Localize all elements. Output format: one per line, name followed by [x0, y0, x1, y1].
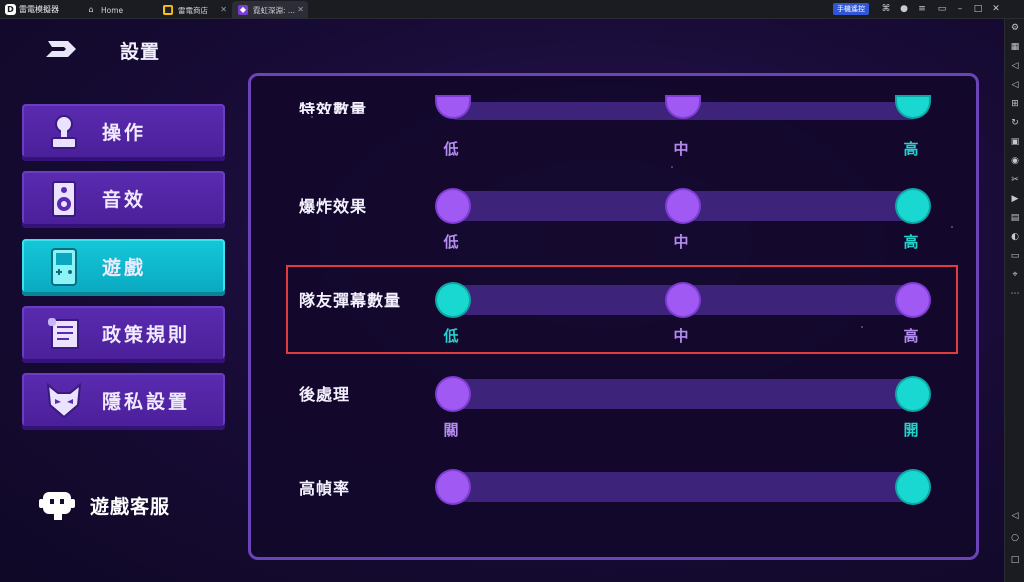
account-icon[interactable]: ●	[898, 2, 910, 16]
game-screen: 設置 操作 音效 遊戲 政策規則 隱私設置 遊戲客服 特效數量 低 中 高 爆炸…	[0, 19, 1004, 582]
volume-up-icon[interactable]: ◁	[1008, 59, 1022, 73]
record-icon[interactable]: ◉	[1008, 154, 1022, 168]
recent-apps-icon[interactable]: □	[1008, 553, 1022, 567]
setting-label: 爆炸效果	[299, 197, 368, 216]
close-tab-icon[interactable]: ✕	[220, 5, 227, 14]
location-icon[interactable]: ⌖	[1008, 268, 1022, 282]
keyboard-icon[interactable]: ▦	[1008, 40, 1022, 54]
home-icon: ⌂	[88, 5, 94, 14]
close-tab-icon[interactable]: ✕	[297, 5, 304, 14]
app-brand: D 雷電模擬器	[5, 3, 59, 16]
option-off[interactable]: 關	[439, 419, 463, 440]
maximize-icon[interactable]: □	[972, 2, 984, 16]
app-logo-icon: D	[5, 4, 16, 15]
high-framerate-knob-on[interactable]	[897, 471, 929, 503]
option-high[interactable]: 高	[899, 231, 923, 252]
joystick-icon	[51, 115, 77, 149]
cut-icon[interactable]: ✂	[1008, 173, 1022, 187]
option-on[interactable]: 開	[899, 419, 923, 440]
gamepad-icon[interactable]: ⌘	[880, 2, 892, 16]
menu-privacy-button[interactable]: 隱私設置	[22, 373, 225, 430]
menu-game-button[interactable]: 遊戲	[22, 239, 225, 296]
fullscreen-icon[interactable]: ⊞	[1008, 97, 1022, 111]
more-icon[interactable]: ⋯	[1008, 287, 1022, 301]
settings-icon[interactable]: ⚙	[1008, 21, 1022, 35]
chat-bot-icon	[39, 492, 75, 520]
option-high[interactable]: 高	[899, 138, 923, 159]
restore-icon[interactable]: ▭	[936, 2, 948, 16]
multi-window-icon[interactable]: ▤	[1008, 211, 1022, 225]
emulator-titlebar: D 雷電模擬器 ⌂ Home ■ 雷電商店 ✕ ◆ 霓虹深淵: ... ✕ 手機…	[0, 0, 1024, 19]
highlight-box	[286, 265, 958, 354]
scroll-icon	[48, 318, 79, 349]
gameboy-icon	[51, 248, 77, 286]
back-icon[interactable]	[44, 39, 80, 59]
mask-icon	[46, 382, 82, 419]
post-processing-toggle-track[interactable]	[453, 379, 914, 409]
rotate-icon[interactable]: ↻	[1008, 116, 1022, 130]
explosion-slider-knob-selected[interactable]	[897, 190, 929, 222]
app-name: 雷電模擬器	[19, 5, 59, 14]
store-icon: ■	[163, 5, 173, 15]
screenshot-icon[interactable]: ▣	[1008, 135, 1022, 149]
speaker-icon	[52, 181, 76, 217]
tab-home[interactable]: ⌂ Home	[80, 1, 156, 19]
folder-icon[interactable]: ▭	[1008, 249, 1022, 263]
close-window-icon[interactable]: ✕	[990, 2, 1002, 16]
tab-store[interactable]: ■ 雷電商店 ✕	[157, 1, 231, 19]
back-icon[interactable]: ◁	[1008, 509, 1022, 523]
menu-sound-button[interactable]: 音效	[22, 171, 225, 228]
setting-label: 特效數量	[299, 102, 368, 114]
post-processing-knob-on[interactable]	[897, 378, 929, 410]
option-mid[interactable]: 中	[669, 138, 693, 159]
page-title: 設置	[120, 41, 161, 63]
tab-game[interactable]: ◆ 霓虹深淵: ... ✕	[232, 1, 308, 19]
high-framerate-knob-off[interactable]	[437, 471, 469, 503]
post-processing-knob-off[interactable]	[437, 378, 469, 410]
video-icon[interactable]: ▶	[1008, 192, 1022, 206]
volume-down-icon[interactable]: ◁	[1008, 78, 1022, 92]
explosion-slider-knob[interactable]	[667, 190, 699, 222]
menu-operation-button[interactable]: 操作	[22, 104, 225, 161]
menu-policy-button[interactable]: 政策規則	[22, 306, 225, 363]
menu-icon[interactable]: ≡	[916, 2, 928, 16]
game-icon: ◆	[238, 5, 248, 15]
customer-service-button[interactable]: 遊戲客服	[38, 485, 170, 525]
setting-label: 高幀率	[299, 479, 351, 498]
explosion-slider-knob[interactable]	[437, 190, 469, 222]
setting-label: 後處理	[299, 385, 351, 404]
option-low[interactable]: 低	[439, 138, 463, 159]
high-framerate-toggle-track[interactable]	[453, 472, 914, 502]
home-circle-icon[interactable]: ○	[1008, 531, 1022, 545]
emulator-toolbar: ⚙ ▦ ◁ ◁ ⊞ ↻ ▣ ◉ ✂ ▶ ▤ ◐ ▭ ⌖ ⋯ ◁ ○ □	[1004, 19, 1024, 582]
option-mid[interactable]: 中	[669, 231, 693, 252]
minimize-icon[interactable]: –	[954, 2, 966, 16]
sync-icon[interactable]: ◐	[1008, 230, 1022, 244]
phone-remote-button[interactable]: 手機遙控	[833, 3, 869, 15]
option-low[interactable]: 低	[439, 231, 463, 252]
